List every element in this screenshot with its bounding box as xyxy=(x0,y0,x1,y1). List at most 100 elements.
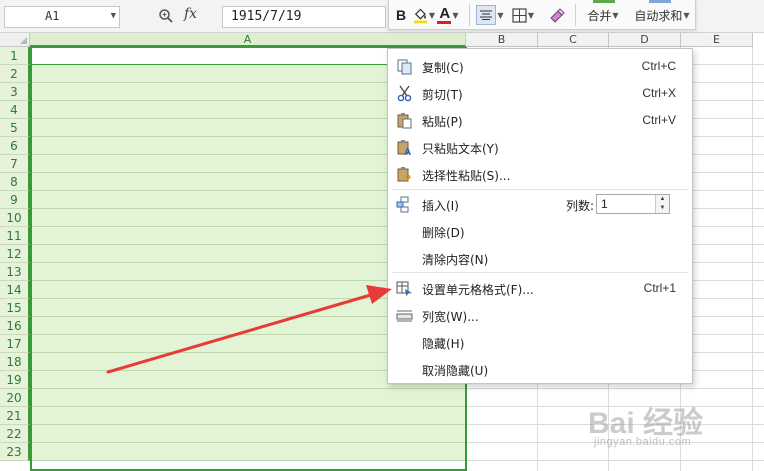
column-header-c[interactable]: C xyxy=(538,33,609,47)
border-button[interactable]: ▼ xyxy=(509,4,537,26)
chevron-down-icon[interactable]: ▼ xyxy=(111,11,116,21)
font-color-swatch xyxy=(437,21,452,24)
row-header-15[interactable]: 15 xyxy=(0,299,30,317)
row-header-5[interactable]: 5 xyxy=(0,119,30,137)
row-header-11[interactable]: 11 xyxy=(0,227,30,245)
spin-up-icon[interactable]: ▲ xyxy=(655,195,669,204)
row-header-8[interactable]: 8 xyxy=(0,173,30,191)
format-painter-button[interactable] xyxy=(547,4,567,26)
row-header-23[interactable]: 23 xyxy=(0,443,30,461)
row-header-13[interactable]: 13 xyxy=(0,263,30,281)
menu-item-shortcut: Ctrl+C xyxy=(641,59,676,73)
select-all-corner[interactable] xyxy=(0,33,30,47)
formula-input[interactable]: 1915/7/19 xyxy=(222,6,386,28)
column-width-icon xyxy=(396,310,413,322)
menu-item-label: 复制(C) xyxy=(422,61,464,75)
baidu-watermark: Bai 经验 jingyan.baidu.com xyxy=(588,398,758,468)
font-color-button[interactable]: A ▼ xyxy=(435,4,461,26)
menu-item-label: 只粘贴文本(Y) xyxy=(422,142,499,156)
name-box[interactable]: A1 ▼ xyxy=(4,6,120,28)
row-header-19[interactable]: 19 xyxy=(0,371,30,389)
merge-button[interactable]: 合并 ▼ xyxy=(583,4,623,26)
autosum-button[interactable]: 自动求和 ▼ xyxy=(629,4,695,26)
chevron-down-icon: ▼ xyxy=(452,10,459,20)
bold-label: B xyxy=(395,7,407,23)
row-header-17[interactable]: 17 xyxy=(0,335,30,353)
column-header-e[interactable]: E xyxy=(681,33,753,47)
font-color-label: A xyxy=(439,5,451,22)
column-header-d[interactable]: D xyxy=(609,33,681,47)
menu-item-label: 粘贴(P) xyxy=(422,115,463,129)
menu-item-delete[interactable]: 删除(D) xyxy=(388,218,692,245)
menu-item-insert[interactable]: 插入(I) 列数: 1 ▲ ▼ xyxy=(388,191,692,218)
row-header-21[interactable]: 21 xyxy=(0,407,30,425)
row-header-7[interactable]: 7 xyxy=(0,155,30,173)
toolbar-divider xyxy=(469,4,470,26)
column-count-value: 1 xyxy=(601,197,608,211)
cell-column-a[interactable] xyxy=(30,407,466,425)
column-header-b[interactable]: B xyxy=(466,33,538,47)
cell-column-a[interactable] xyxy=(30,389,466,407)
row-header-14[interactable]: 14 xyxy=(0,281,30,299)
row-header-2[interactable]: 2 xyxy=(0,65,30,83)
eraser-icon xyxy=(550,8,565,23)
row-header-22[interactable]: 22 xyxy=(0,425,30,443)
autosum-label: 自动求和 xyxy=(634,8,683,23)
cut-icon xyxy=(397,85,412,102)
fx-icon[interactable]: fx xyxy=(184,6,197,22)
paste-special-icon: ? xyxy=(397,167,411,183)
menu-item-unhide[interactable]: 取消隐藏(U) xyxy=(388,356,692,383)
row-header-18[interactable]: 18 xyxy=(0,353,30,371)
menu-item-paste-special[interactable]: ? 选择性粘贴(S)... xyxy=(388,161,692,188)
row-header-20[interactable]: 20 xyxy=(0,389,30,407)
row-header-1[interactable]: 1 xyxy=(0,47,30,65)
column-count-input[interactable]: 1 ▲ ▼ xyxy=(596,194,670,214)
menu-item-label: 取消隐藏(U) xyxy=(422,364,489,378)
align-center-icon xyxy=(476,5,497,25)
row-header-12[interactable]: 12 xyxy=(0,245,30,263)
svg-text:A: A xyxy=(404,147,411,156)
bold-button[interactable]: B xyxy=(393,4,409,26)
chevron-down-icon: ▼ xyxy=(497,10,504,20)
menu-item-format-cells[interactable]: 设置单元格格式(F)... Ctrl+1 xyxy=(388,275,692,302)
svg-text:?: ? xyxy=(405,174,411,183)
menu-item-paste[interactable]: 粘贴(P) Ctrl+V xyxy=(388,107,692,134)
spin-down-icon[interactable]: ▼ xyxy=(655,204,669,213)
menu-item-column-width[interactable]: 列宽(W)... xyxy=(388,302,692,329)
menu-separator xyxy=(392,272,688,273)
menu-item-shortcut: Ctrl+1 xyxy=(643,281,676,295)
row-header-4[interactable]: 4 xyxy=(0,101,30,119)
watermark-url: jingyan.baidu.com xyxy=(594,436,692,448)
menu-item-copy[interactable]: 复制(C) Ctrl+C xyxy=(388,53,692,80)
copy-icon xyxy=(397,59,412,75)
mini-toolbar: B ▼ A ▼ ▼ ▼ 合并 ▼ 自动求和 ▼ xyxy=(388,0,696,30)
zoom-icon[interactable] xyxy=(158,8,174,24)
cell-column-a[interactable] xyxy=(30,443,466,461)
insert-icon xyxy=(396,196,409,213)
chevron-down-icon: ▼ xyxy=(612,10,619,20)
row-header-9[interactable]: 9 xyxy=(0,191,30,209)
menu-item-hide[interactable]: 隐藏(H) xyxy=(388,329,692,356)
menu-item-paste-text[interactable]: A 只粘贴文本(Y) xyxy=(388,134,692,161)
paste-text-icon: A xyxy=(397,140,411,156)
row-header-3[interactable]: 3 xyxy=(0,83,30,101)
format-cells-icon xyxy=(396,281,412,297)
menu-item-shortcut: Ctrl+X xyxy=(642,86,676,100)
row-header-16[interactable]: 16 xyxy=(0,317,30,335)
fill-color-button[interactable]: ▼ xyxy=(413,4,435,26)
context-menu: 复制(C) Ctrl+C 剪切(T) Ctrl+X 粘贴(P) Ctrl+V A… xyxy=(387,48,693,384)
paint-bucket-icon xyxy=(413,8,427,24)
align-button[interactable]: ▼ xyxy=(475,4,505,26)
row-header-6[interactable]: 6 xyxy=(0,137,30,155)
menu-item-shortcut: Ctrl+V xyxy=(642,113,676,127)
menu-item-label: 隐藏(H) xyxy=(422,337,465,351)
menu-item-clear-contents[interactable]: 清除内容(N) xyxy=(388,245,692,272)
menu-item-cut[interactable]: 剪切(T) Ctrl+X xyxy=(388,80,692,107)
column-header-a[interactable]: A xyxy=(30,33,466,47)
paste-icon xyxy=(397,113,412,129)
name-box-value: A1 xyxy=(45,9,60,23)
menu-item-label: 选择性粘贴(S)... xyxy=(422,169,511,183)
cell-column-a[interactable] xyxy=(30,425,466,443)
merge-label: 合并 xyxy=(587,8,612,23)
row-header-10[interactable]: 10 xyxy=(0,209,30,227)
